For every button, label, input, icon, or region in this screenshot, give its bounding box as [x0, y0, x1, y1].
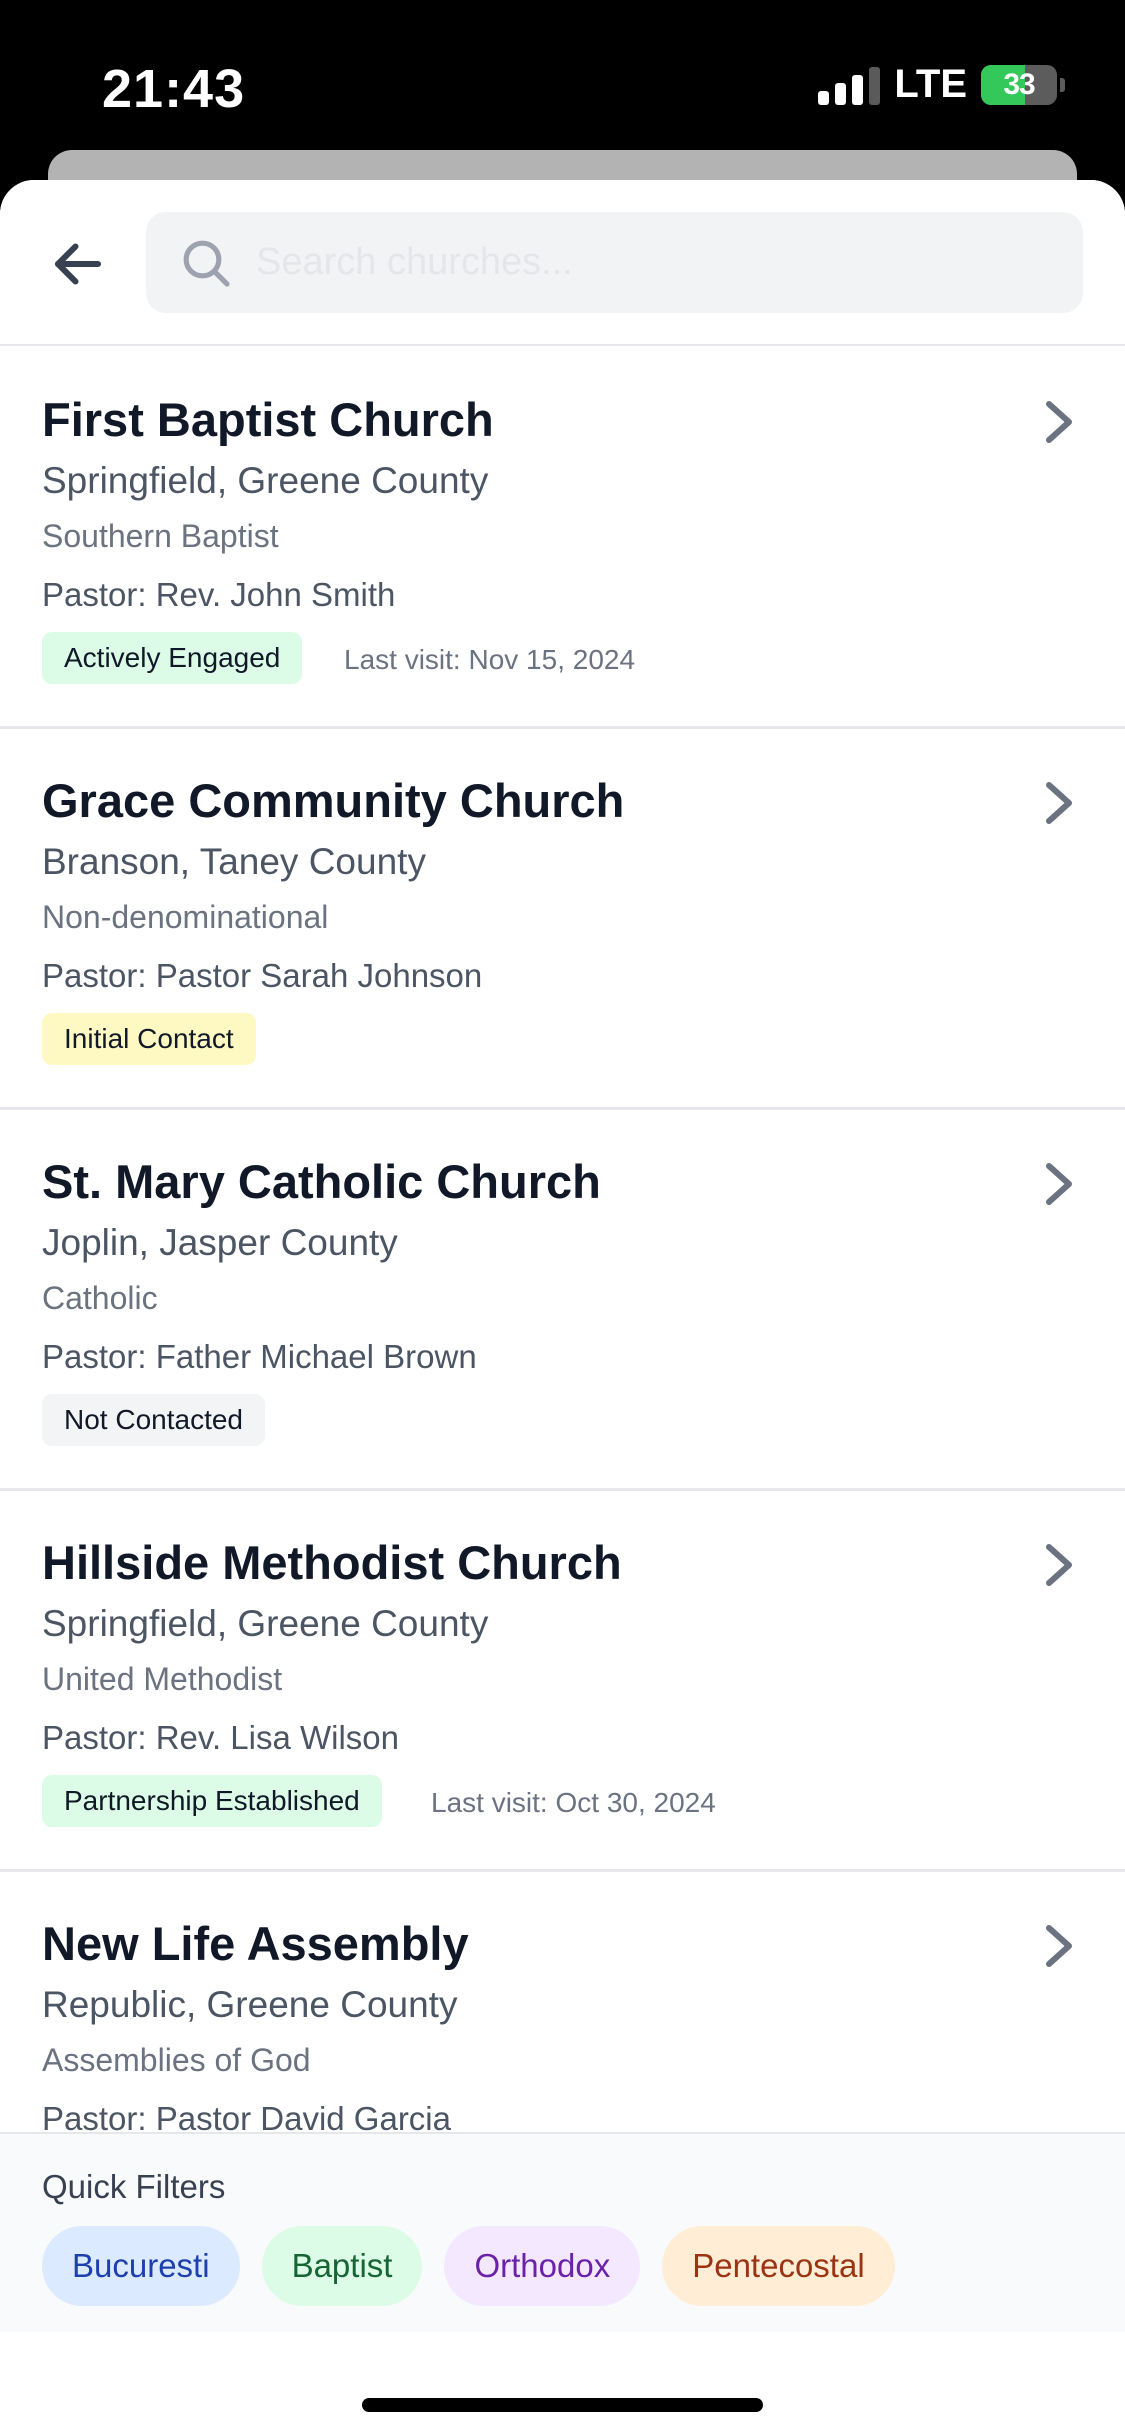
signal-icon — [818, 65, 881, 105]
quick-filters-title: Quick Filters — [42, 2168, 226, 2205]
filter-chip-baptist[interactable]: Baptist — [261, 2226, 423, 2306]
church-card[interactable]: First Baptist Church Springfield, Greene… — [0, 348, 1125, 729]
search-input[interactable] — [256, 241, 1036, 284]
church-name: Grace Community Church — [42, 774, 625, 827]
filter-chip-pentecostal[interactable]: Pentecostal — [662, 2226, 895, 2306]
back-button[interactable] — [42, 228, 114, 300]
last-visit: Last visit: Nov 15, 2024 — [344, 644, 636, 675]
filter-chip-bucuresti[interactable]: Bucuresti — [42, 2226, 240, 2306]
church-location: Republic, Greene County — [42, 1984, 458, 2025]
home-indicator[interactable] — [362, 2398, 763, 2412]
church-pastor: Pastor: Father Michael Brown — [42, 1338, 477, 1375]
church-pastor: Pastor: Pastor Sarah Johnson — [42, 957, 483, 994]
arrow-left-icon — [55, 243, 101, 285]
header — [0, 180, 1125, 346]
network-type: LTE — [894, 62, 967, 106]
chevron-right-icon — [1046, 1544, 1072, 1586]
filter-chip-orthodox[interactable]: Orthodox — [444, 2226, 641, 2306]
status-badge: Initial Contact — [42, 1013, 256, 1065]
church-denomination: Catholic — [42, 1280, 158, 1316]
status-indicators: LTE 33 — [818, 62, 1065, 107]
church-location: Branson, Taney County — [42, 841, 426, 882]
quick-filters: Quick Filters Bucuresti Baptist Orthodox… — [0, 2132, 1125, 2332]
chevron-right-icon — [1046, 782, 1072, 824]
church-card[interactable]: Grace Community Church Branson, Taney Co… — [0, 729, 1125, 1110]
church-location: Springfield, Greene County — [42, 460, 489, 501]
search-bar[interactable] — [146, 212, 1083, 313]
status-time: 21:43 — [102, 59, 246, 119]
battery-icon: 33 — [981, 64, 1065, 105]
church-name: Hillside Methodist Church — [42, 1536, 622, 1589]
church-list-sheet: First Baptist Church Springfield, Greene… — [0, 180, 1125, 2436]
church-denomination: Southern Baptist — [42, 518, 279, 554]
church-name: First Baptist Church — [42, 393, 494, 446]
church-card[interactable]: Hillside Methodist Church Springfield, G… — [0, 1491, 1125, 1872]
search-icon — [183, 240, 230, 287]
church-denomination: Non-denominational — [42, 899, 329, 935]
status-badge: Partnership Established — [42, 1775, 382, 1827]
church-denomination: United Methodist — [42, 1661, 283, 1697]
battery-level: 33 — [1003, 67, 1035, 101]
church-name: New Life Assembly — [42, 1917, 469, 1970]
church-card[interactable]: St. Mary Catholic Church Joplin, Jasper … — [0, 1110, 1125, 1491]
church-pastor: Pastor: Rev. John Smith — [42, 576, 396, 613]
church-list: First Baptist Church Springfield, Greene… — [0, 348, 1125, 2253]
church-name: St. Mary Catholic Church — [42, 1155, 601, 1208]
church-pastor: Pastor: Rev. Lisa Wilson — [42, 1719, 400, 1756]
chevron-right-icon — [1046, 401, 1072, 443]
filter-chips: Bucuresti Baptist Orthodox Pentecostal — [42, 2226, 895, 2306]
status-badge: Not Contacted — [42, 1394, 265, 1446]
church-location: Springfield, Greene County — [42, 1603, 489, 1644]
status-badge: Actively Engaged — [42, 632, 303, 684]
church-location: Joplin, Jasper County — [42, 1222, 398, 1263]
chevron-right-icon — [1046, 1925, 1072, 1967]
last-visit: Last visit: Oct 30, 2024 — [431, 1787, 716, 1818]
church-denomination: Assemblies of God — [42, 2042, 311, 2078]
chevron-right-icon — [1046, 1163, 1072, 1205]
